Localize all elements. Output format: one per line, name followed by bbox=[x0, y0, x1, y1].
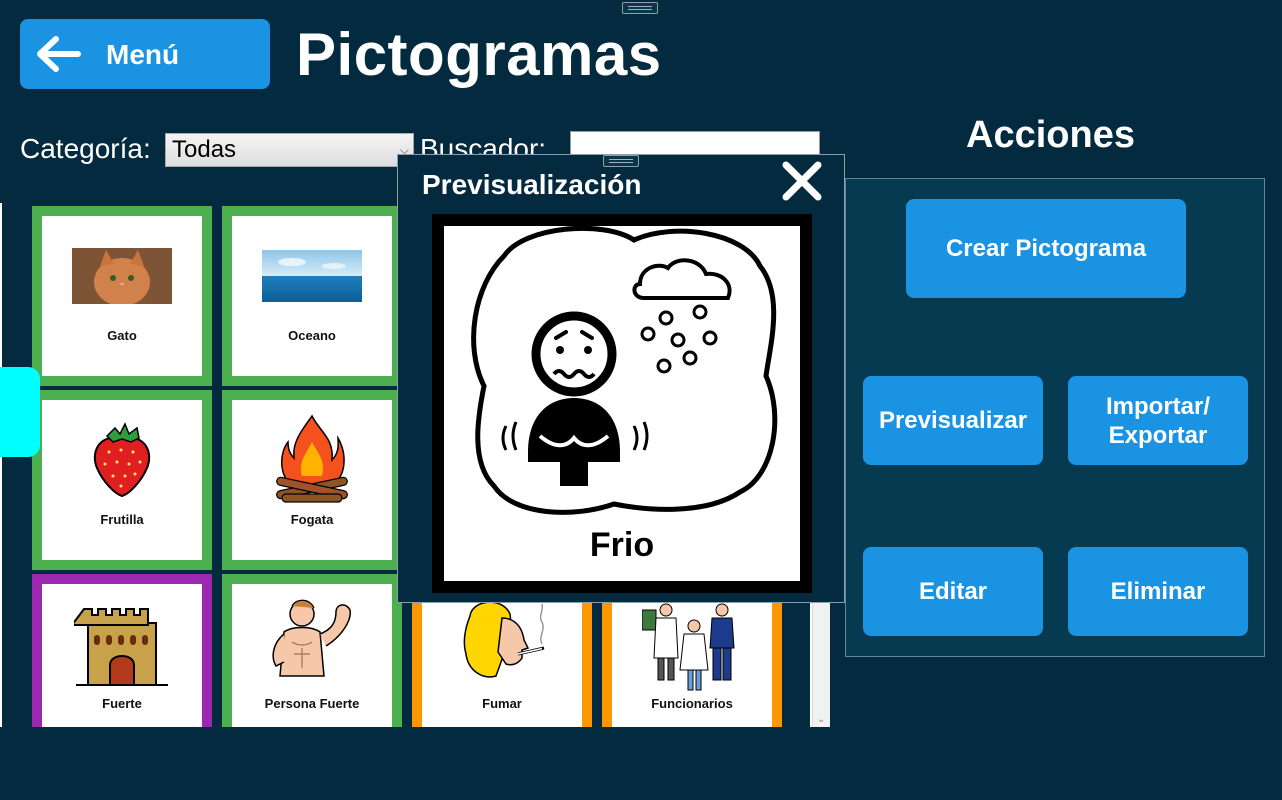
preview-button-label: Previsualizar bbox=[878, 406, 1028, 434]
menu-button[interactable]: Menú bbox=[20, 19, 270, 89]
category-select[interactable]: Todas ⌵ bbox=[165, 133, 414, 167]
close-icon[interactable] bbox=[780, 159, 824, 203]
import-export-button[interactable]: Importar/ Exportar bbox=[1068, 376, 1248, 465]
edit-button[interactable]: Editar bbox=[863, 547, 1043, 636]
create-pictogram-button[interactable]: Crear Pictograma bbox=[906, 199, 1186, 298]
dialog-drag-handle[interactable] bbox=[603, 155, 639, 167]
actions-panel: Crear Pictograma Previsualizar Importar/… bbox=[845, 178, 1265, 657]
page-title: Pictogramas bbox=[296, 21, 662, 88]
scroll-down-icon[interactable]: ⌄ bbox=[817, 714, 825, 725]
pictogram-card[interactable]: Frutilla bbox=[32, 390, 212, 570]
pictogram-card[interactable]: Fogata bbox=[222, 390, 402, 570]
pictogram-preview: Frio bbox=[444, 226, 800, 581]
card-label: Gato bbox=[107, 328, 137, 343]
strawberry-icon bbox=[42, 410, 202, 510]
actions-title: Acciones bbox=[966, 114, 1135, 156]
pictogram-card[interactable]: Persona Fuerte bbox=[222, 574, 402, 727]
pictogram-card[interactable]: Gato bbox=[32, 206, 212, 386]
pictogram-preview-frame: Frio bbox=[432, 214, 812, 593]
menu-button-label: Menú bbox=[106, 39, 180, 70]
card-label: Funcionarios bbox=[651, 696, 733, 711]
delete-button[interactable]: Eliminar bbox=[1068, 547, 1248, 636]
side-drawer-tab[interactable] bbox=[0, 367, 40, 457]
card-label: Oceano bbox=[288, 328, 336, 343]
category-label: Categoría: bbox=[20, 133, 151, 164]
back-arrow-icon bbox=[37, 36, 81, 72]
card-label: Frutilla bbox=[100, 512, 144, 527]
window-drag-handle[interactable] bbox=[622, 2, 658, 14]
export-label: Exportar bbox=[1108, 421, 1208, 449]
preview-dialog: Previsualización Frio bbox=[397, 154, 845, 603]
pictogram-card[interactable]: Fuerte bbox=[32, 574, 212, 727]
strong-person-icon bbox=[232, 594, 392, 694]
cat-photo bbox=[42, 226, 202, 326]
import-label: Importar/ bbox=[1105, 392, 1210, 420]
cold-person-icon bbox=[471, 226, 778, 515]
preview-button[interactable]: Previsualizar bbox=[863, 376, 1043, 465]
fort-icon bbox=[42, 594, 202, 694]
campfire-icon bbox=[232, 410, 392, 510]
card-label: Fumar bbox=[482, 696, 522, 711]
ocean-photo bbox=[232, 226, 392, 326]
card-label: Fogata bbox=[290, 512, 334, 527]
pictogram-card[interactable]: Oceano bbox=[222, 206, 402, 386]
workers-icon bbox=[612, 594, 772, 694]
preview-word: Frio bbox=[589, 526, 655, 564]
delete-button-label: Eliminar bbox=[1110, 577, 1206, 605]
create-pictogram-label: Crear Pictograma bbox=[945, 234, 1147, 262]
card-label: Fuerte bbox=[102, 696, 142, 711]
preview-title: Previsualización bbox=[422, 169, 642, 200]
edit-button-label: Editar bbox=[918, 577, 987, 605]
card-label: Persona Fuerte bbox=[264, 696, 360, 711]
smoking-icon bbox=[422, 594, 582, 694]
category-select-value: Todas bbox=[172, 136, 237, 163]
